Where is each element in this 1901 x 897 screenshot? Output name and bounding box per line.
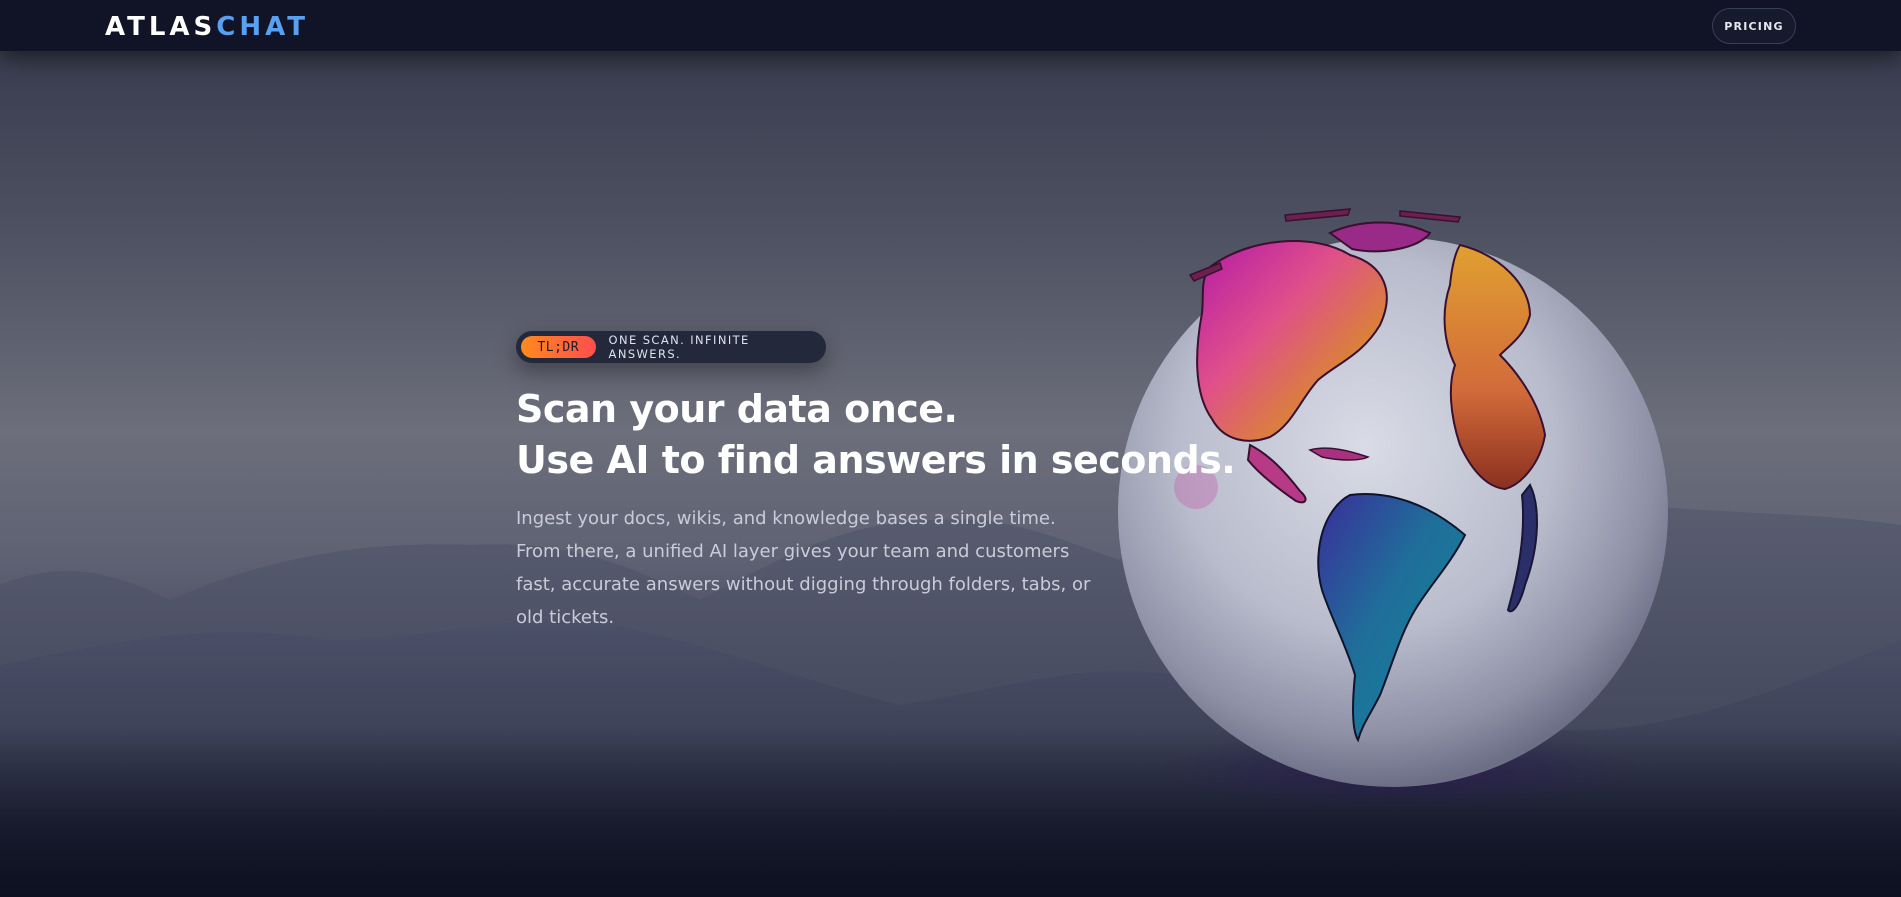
hero-headline: Scan your data once. Use AI to find answ… bbox=[516, 384, 1236, 486]
navbar: ATLASCHAT PRICING bbox=[0, 0, 1901, 51]
globe-icon bbox=[1118, 208, 1668, 810]
pricing-button[interactable]: PRICING bbox=[1712, 8, 1796, 44]
description-line: From there, a unified AI layer gives you… bbox=[516, 541, 1070, 562]
headline-line: Use AI to find answers in seconds. bbox=[516, 438, 1236, 482]
tldr-badge: TL;DR ONE SCAN. INFINITE ANSWERS. bbox=[516, 331, 826, 363]
description-line: old tickets. bbox=[516, 607, 615, 628]
logo[interactable]: ATLASCHAT bbox=[105, 12, 309, 42]
hero-description: Ingest your docs, wikis, and knowledge b… bbox=[516, 502, 1096, 634]
globe-illustration bbox=[1100, 205, 1690, 825]
headline-line: Scan your data once. bbox=[516, 387, 958, 431]
logo-accent: CHAT bbox=[216, 12, 309, 42]
badge-text: ONE SCAN. INFINITE ANSWERS. bbox=[608, 333, 750, 361]
badge-tag: TL;DR bbox=[521, 336, 596, 358]
logo-main: ATLAS bbox=[105, 12, 217, 42]
description-line: Ingest your docs, wikis, and knowledge b… bbox=[516, 508, 1056, 529]
description-line: fast, accurate answers without digging t… bbox=[516, 574, 1091, 595]
